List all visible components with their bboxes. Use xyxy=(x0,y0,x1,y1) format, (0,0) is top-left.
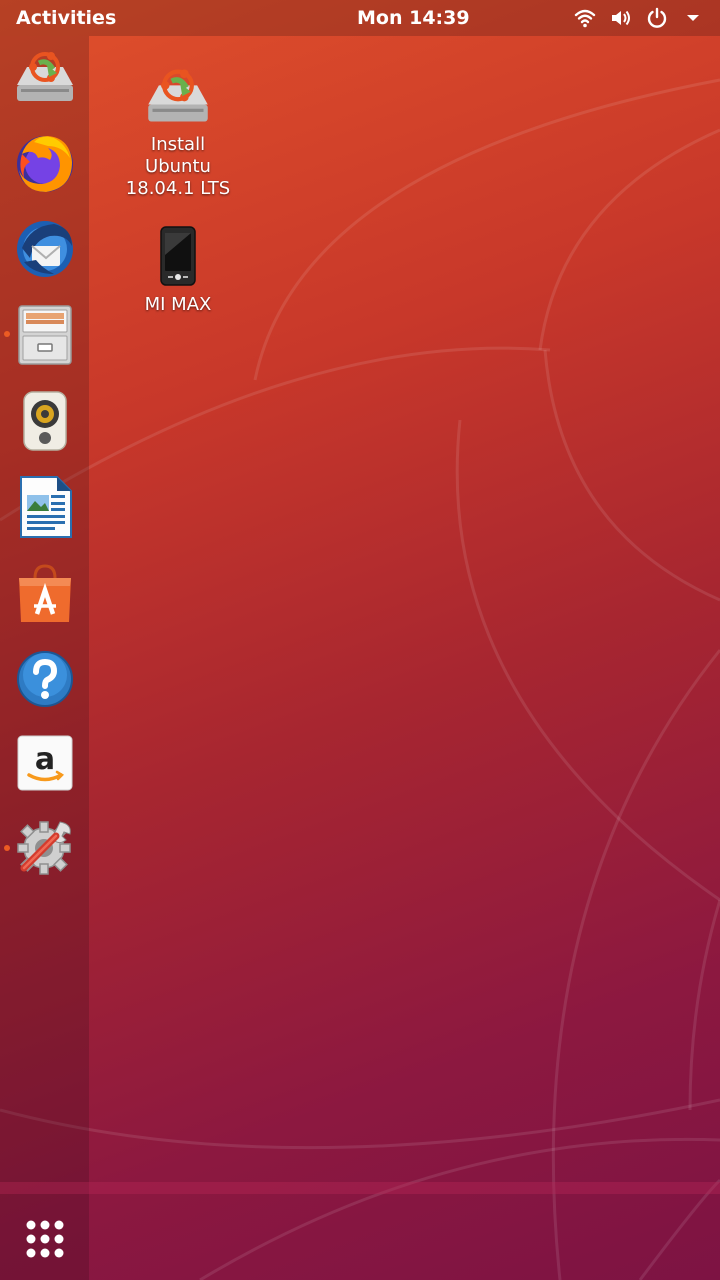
desktop-icon-install-ubuntu[interactable]: Install Ubuntu 18.04.1 LTS xyxy=(123,60,233,200)
show-applications-button[interactable] xyxy=(12,1206,78,1272)
dock-item-amazon[interactable]: a xyxy=(12,730,78,796)
desktop-icon-label: Ubuntu xyxy=(145,156,211,177)
settings-tools-icon xyxy=(17,821,71,875)
installer-icon xyxy=(17,52,73,101)
thunderbird-icon xyxy=(17,221,73,277)
dock-item-thunderbird[interactable] xyxy=(12,216,78,282)
help-icon xyxy=(17,651,73,707)
dock: a xyxy=(0,36,89,1280)
wifi-icon xyxy=(572,5,598,31)
dock-separator xyxy=(0,1182,720,1194)
dock-item-libreoffice-writer[interactable] xyxy=(12,474,78,540)
desktop-icon-label: MI MAX xyxy=(144,294,212,315)
dock-item-help[interactable] xyxy=(12,646,78,712)
amazon-icon: a xyxy=(17,735,73,791)
activities-button[interactable]: Activities xyxy=(16,7,116,29)
running-indicator xyxy=(4,331,10,337)
menu-arrow-icon xyxy=(680,5,706,31)
phone-icon xyxy=(142,220,214,292)
svg-text:a: a xyxy=(35,742,55,777)
dock-item-files[interactable] xyxy=(12,302,78,368)
speaker-icon xyxy=(23,391,67,451)
power-icon xyxy=(644,5,670,31)
installer-icon xyxy=(142,60,214,132)
dock-item-install-ubuntu[interactable] xyxy=(12,44,78,110)
firefox-icon xyxy=(17,136,73,192)
desktop-icon-label: Install xyxy=(150,134,206,155)
dock-item-rhythmbox[interactable] xyxy=(12,388,78,454)
desktop-icon-label: 18.04.1 LTS xyxy=(125,178,231,199)
writer-document-icon xyxy=(20,476,72,538)
dock-item-ubuntu-software[interactable] xyxy=(12,560,78,626)
desktop-icon-mi-max[interactable]: MI MAX xyxy=(123,220,233,316)
software-bag-icon xyxy=(19,564,71,622)
dock-item-settings[interactable] xyxy=(12,814,78,880)
wallpaper xyxy=(0,78,720,1280)
dock-item-firefox[interactable] xyxy=(12,130,78,196)
running-indicator xyxy=(4,845,10,851)
file-cabinet-icon xyxy=(18,305,72,365)
clock[interactable]: Mon 14:39 xyxy=(357,7,470,29)
system-tray[interactable] xyxy=(572,5,706,31)
app-grid-icon xyxy=(26,1220,64,1258)
volume-icon xyxy=(608,5,634,31)
top-bar: Activities Mon 14:39 xyxy=(0,0,720,36)
